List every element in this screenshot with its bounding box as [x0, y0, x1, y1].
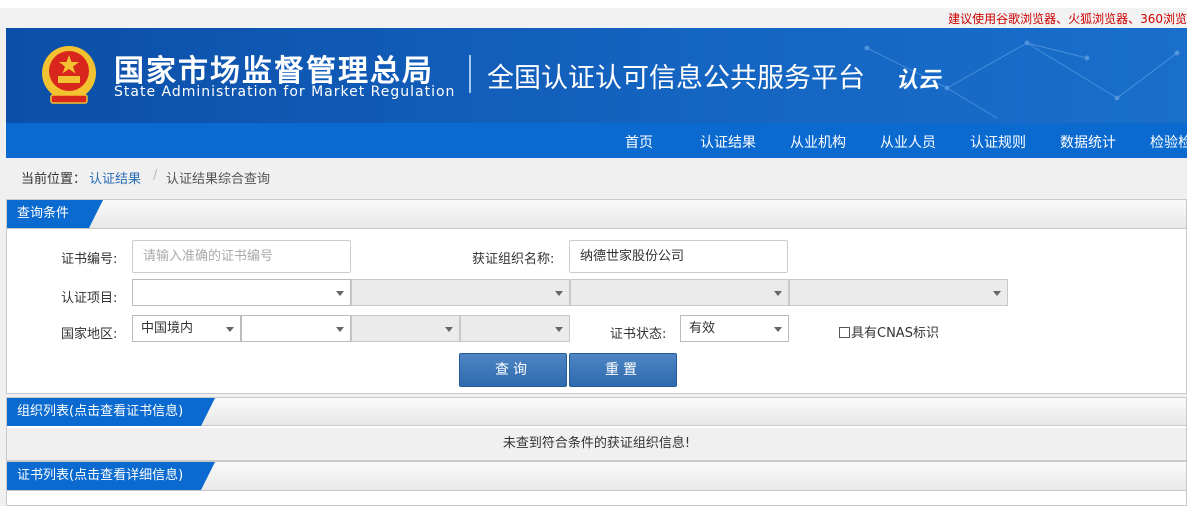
nav-institutions[interactable]: 从业机构: [790, 132, 846, 152]
main-nav: 首页 认证结果 从业机构 从业人员 认证规则 数据统计 检验检: [6, 123, 1187, 158]
region-select-district[interactable]: [460, 315, 570, 342]
browser-tip-bar: 建议使用谷歌浏览器、火狐浏览器、360浏览: [0, 0, 1187, 28]
query-panel-header: 查询条件: [7, 200, 1186, 229]
nav-inspection[interactable]: 检验检: [1150, 132, 1187, 152]
header-divider: [469, 55, 471, 93]
query-panel: 查询条件 证书编号: 请输入准确的证书编号 获证组织名称: 纳德世家股份公司 认…: [6, 199, 1187, 394]
project-label: 认证项目:: [61, 291, 118, 306]
national-emblem-icon: [42, 46, 96, 104]
chevron-down-icon: [226, 327, 234, 332]
nav-statistics[interactable]: 数据统计: [1060, 132, 1116, 152]
org-list-title: 组织列表(点击查看证书信息): [7, 398, 215, 426]
chevron-down-icon: [774, 291, 782, 296]
checkbox-icon[interactable]: [839, 327, 850, 338]
breadcrumb-current: 认证结果综合查询: [166, 172, 271, 187]
network-decoration-icon: [864, 40, 1180, 119]
org-name-label: 获证组织名称:: [472, 252, 555, 267]
cert-no-label: 证书编号:: [61, 252, 118, 267]
region-select-country[interactable]: 中国境内: [132, 315, 241, 342]
chevron-down-icon: [336, 291, 344, 296]
status-select[interactable]: 有效: [680, 315, 789, 342]
nav-personnel[interactable]: 从业人员: [880, 132, 936, 152]
region-select-city[interactable]: [351, 315, 460, 342]
project-select-1[interactable]: [132, 279, 351, 306]
cnas-label: 具有CNAS标识: [851, 326, 939, 341]
search-button[interactable]: 查询: [459, 353, 567, 387]
status-value: 有效: [689, 321, 716, 336]
chevron-down-icon: [993, 291, 1001, 296]
org-name-input[interactable]: 纳德世家股份公司: [569, 240, 788, 273]
breadcrumb: 当前位置： 认证结果 / 认证结果综合查询: [6, 158, 1187, 196]
org-list-panel: 组织列表(点击查看证书信息) 未查到符合条件的获证组织信息!: [6, 397, 1187, 461]
browser-tip: 建议使用谷歌浏览器、火狐浏览器、360浏览: [948, 12, 1187, 26]
reset-button[interactable]: 重置: [569, 353, 677, 387]
chevron-down-icon: [555, 327, 563, 332]
cert-list-panel: 证书列表(点击查看详细信息): [6, 461, 1187, 506]
chevron-down-icon: [445, 327, 453, 332]
project-select-2[interactable]: [351, 279, 570, 306]
breadcrumb-separator: /: [153, 168, 158, 183]
query-panel-title: 查询条件: [7, 200, 103, 228]
region-value: 中国境内: [141, 321, 194, 336]
cert-no-input[interactable]: 请输入准确的证书编号: [132, 240, 351, 273]
region-select-province[interactable]: [241, 315, 351, 342]
chevron-down-icon: [555, 291, 563, 296]
project-select-4[interactable]: [789, 279, 1008, 306]
breadcrumb-link-cert-results[interactable]: 认证结果: [89, 168, 141, 187]
org-name-en: State Administration for Market Regulati…: [114, 84, 456, 100]
nav-home[interactable]: 首页: [625, 132, 653, 152]
org-list-header: 组织列表(点击查看证书信息): [7, 397, 1186, 426]
region-label: 国家地区:: [61, 327, 118, 342]
platform-title: 全国认证认可信息公共服务平台: [487, 63, 865, 94]
cnas-checkbox[interactable]: 具有CNAS标识: [839, 322, 939, 341]
status-label: 证书状态:: [610, 327, 667, 342]
renzheng-cloud-logo: 认云: [896, 68, 941, 93]
cert-list-title: 证书列表(点击查看详细信息): [7, 462, 215, 490]
chevron-down-icon: [336, 327, 344, 332]
cert-list-header: 证书列表(点击查看详细信息): [7, 462, 1186, 491]
nav-cert-results[interactable]: 认证结果: [700, 132, 756, 152]
chevron-down-icon: [774, 327, 782, 332]
header-banner: 国家市场监督管理总局 State Administration for Mark…: [6, 28, 1187, 123]
nav-rules[interactable]: 认证规则: [970, 132, 1026, 152]
project-select-3[interactable]: [570, 279, 789, 306]
org-list-empty-message: 未查到符合条件的获证组织信息!: [7, 428, 1186, 460]
breadcrumb-prefix: 当前位置：: [21, 172, 87, 187]
